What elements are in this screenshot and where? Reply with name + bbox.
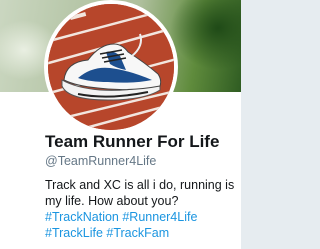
profile-handle[interactable]: @TeamRunner4Life bbox=[45, 154, 156, 168]
profile-bio: Track and XC is all i do, running is my … bbox=[45, 177, 241, 241]
avatar[interactable] bbox=[44, 0, 178, 134]
hashtag-tracknation[interactable]: #TrackNation bbox=[45, 210, 119, 224]
hashtag-runner4life[interactable]: #Runner4Life bbox=[122, 210, 197, 224]
running-shoe-icon bbox=[48, 4, 174, 130]
avatar-photo bbox=[48, 4, 174, 130]
hashtag-trackfam[interactable]: #TrackFam bbox=[106, 226, 169, 240]
banner-foliage bbox=[170, 0, 241, 70]
hashtag-tracklife[interactable]: #TrackLife bbox=[45, 226, 103, 240]
bio-line-2: How about you? bbox=[88, 194, 179, 208]
profile-name[interactable]: Team Runner For Life bbox=[45, 132, 219, 152]
